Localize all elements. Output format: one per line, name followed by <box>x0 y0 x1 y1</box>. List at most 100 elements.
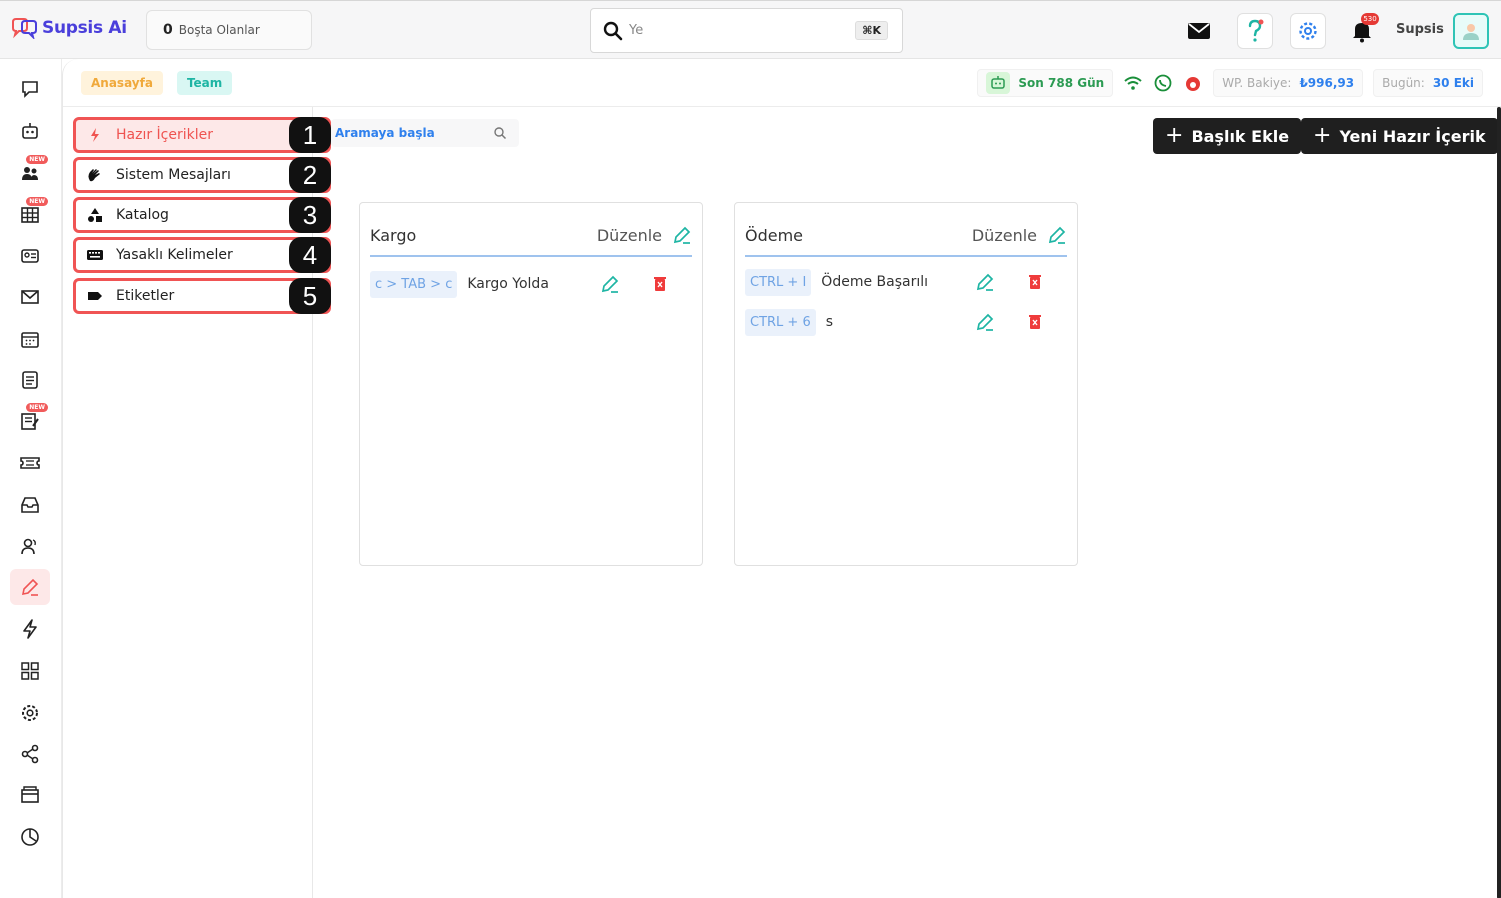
edit-category-button[interactable]: Düzenle <box>597 225 692 245</box>
chart-icon <box>21 828 39 846</box>
rail-item-notes[interactable]: NEW <box>10 403 50 439</box>
payment-icon <box>21 786 39 803</box>
rail-item-share[interactable] <box>10 736 50 772</box>
add-content-label: Yeni Hazır İçerik <box>1339 126 1486 146</box>
global-search[interactable]: ⌘K <box>590 8 903 53</box>
idle-label: Boşta Olanlar <box>178 23 260 37</box>
content-frame: Anasayfa Team Son 788 Gün WP. Bakiye: ₺9… <box>62 59 1501 898</box>
breadcrumb-team[interactable]: Team <box>176 71 233 95</box>
table-icon <box>21 207 39 223</box>
wp-balance-label: WP. Bakiye: <box>1222 76 1292 90</box>
scrollbar[interactable] <box>1497 107 1501 898</box>
rail-item-mail[interactable] <box>10 279 50 315</box>
rail-item-list[interactable] <box>10 362 50 398</box>
rail-item-payment[interactable] <box>10 777 50 813</box>
menu-item-system-messages[interactable]: Sistem Mesajları 2 <box>73 157 331 193</box>
content-text: Ödeme Başarılı <box>821 274 928 290</box>
edit-category-button[interactable]: Düzenle <box>972 225 1067 245</box>
trash-icon[interactable] <box>1025 272 1045 292</box>
avatar[interactable] <box>1453 13 1489 49</box>
days-label: Son 788 Gün <box>1018 76 1105 90</box>
idle-agents-box[interactable]: 0 Boşta Olanlar <box>146 10 312 50</box>
trash-icon[interactable] <box>1025 312 1045 332</box>
grid-icon <box>21 662 39 680</box>
help-button[interactable] <box>1237 13 1273 49</box>
category-card-kargo: Kargo Düzenle c > TAB > c Kargo Yolda <box>359 202 703 566</box>
pencil-icon[interactable] <box>975 272 995 292</box>
content-search-input[interactable] <box>335 126 485 140</box>
user-name[interactable]: Supsis <box>1396 22 1444 37</box>
rail-item-settings[interactable] <box>10 695 50 731</box>
global-search-input[interactable] <box>629 23 839 38</box>
idle-count: 0 <box>163 22 173 38</box>
rail-item-calendar[interactable] <box>10 321 50 357</box>
users-icon <box>21 538 36 555</box>
card-header: Ödeme Düzenle <box>745 215 1067 257</box>
list-item[interactable]: c > TAB > c Kargo Yolda <box>370 267 692 301</box>
rail-item-automation[interactable] <box>10 611 50 647</box>
list-item[interactable]: CTRL + I Ödeme Başarılı <box>745 265 1067 299</box>
pencil-icon[interactable] <box>600 274 620 294</box>
content-search[interactable] <box>331 119 519 147</box>
new-badge: NEW <box>26 155 48 164</box>
add-content-button[interactable]: + Yeni Hazır İçerik <box>1301 118 1498 154</box>
wp-balance-value: ₺996,93 <box>1299 76 1355 90</box>
edit-label: Düzenle <box>971 225 1037 245</box>
menu-item-catalog[interactable]: Katalog 3 <box>73 197 331 233</box>
step-badge: 4 <box>289 237 331 273</box>
rail-item-users[interactable] <box>10 528 50 564</box>
rail-item-reports[interactable] <box>10 819 50 855</box>
app-name: Supsis Ai <box>42 18 127 38</box>
team-icon <box>22 167 38 180</box>
search-icon <box>603 21 623 40</box>
rail-item-table[interactable]: NEW <box>10 197 50 233</box>
menu-item-label: Hazır İçerikler <box>116 127 214 143</box>
menu-item-label: Sistem Mesajları <box>116 167 231 183</box>
today-pill: Bugün: 30 Eki <box>1373 69 1483 97</box>
logo-icon <box>12 18 37 39</box>
menu-item-label: Katalog <box>116 207 169 223</box>
rail-item-canned-responses[interactable] <box>10 569 50 605</box>
keyboard-icon <box>87 250 103 260</box>
card-title: Kargo <box>370 225 417 245</box>
plus-icon: + <box>1313 123 1332 148</box>
card-title: Ödeme <box>745 225 804 245</box>
calendar-icon <box>21 332 39 348</box>
list-item[interactable]: CTRL + 6 s <box>745 305 1067 339</box>
mail-button[interactable] <box>1181 13 1217 49</box>
rail-item-inbox[interactable] <box>10 487 50 523</box>
menu-item-banned-words[interactable]: Yasaklı Kelimeler 4 <box>73 237 331 273</box>
content-text: Kargo Yolda <box>467 276 549 292</box>
ticket-icon <box>20 457 40 469</box>
rail-item-contacts[interactable] <box>10 238 50 274</box>
inbox-icon <box>21 497 39 513</box>
pencil-icon <box>673 226 691 244</box>
menu-item-tags[interactable]: Etiketler 5 <box>73 278 331 314</box>
notes-icon <box>21 413 39 430</box>
section-menu: Hazır İçerikler 1 Sistem Mesajları 2 Kat… <box>63 107 331 898</box>
days-pill: Son 788 Gün <box>977 69 1114 97</box>
search-shortcut: ⌘K <box>855 21 888 40</box>
menu-item-canned-contents[interactable]: Hazır İçerikler 1 <box>73 117 331 153</box>
logo[interactable]: Supsis Ai <box>10 17 127 39</box>
row-actions <box>975 272 1045 292</box>
step-badge: 1 <box>289 117 331 153</box>
bolt-icon <box>91 128 99 142</box>
rail-item-chat[interactable] <box>10 71 50 107</box>
rail-item-team[interactable]: NEW <box>10 155 50 191</box>
robot-icon <box>22 123 38 139</box>
rail-item-apps[interactable] <box>10 653 50 689</box>
breadcrumb-home[interactable]: Anasayfa <box>81 71 163 95</box>
row-actions <box>975 312 1045 332</box>
trash-icon[interactable] <box>650 274 670 294</box>
shapes-icon <box>88 208 102 222</box>
pencil-icon[interactable] <box>975 312 995 332</box>
rail-item-bot[interactable] <box>10 113 50 149</box>
today-value: 30 Eki <box>1432 76 1474 90</box>
add-title-button[interactable]: + Başlık Ekle <box>1153 118 1302 154</box>
notifications-button[interactable]: 530 <box>1344 13 1380 49</box>
rail-item-ticket[interactable] <box>10 445 50 481</box>
app-window: Supsis Ai 0 Boşta Olanlar ⌘K <box>0 0 1501 898</box>
shortcut-badge: CTRL + 6 <box>745 308 816 336</box>
settings-button[interactable] <box>1290 13 1326 49</box>
